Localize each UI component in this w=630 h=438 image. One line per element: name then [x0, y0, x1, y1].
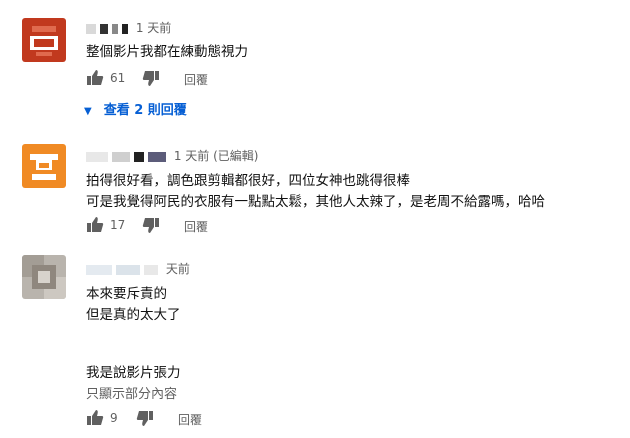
like-count: 9	[110, 411, 118, 425]
thumb-down-icon[interactable]	[136, 409, 154, 427]
timestamp[interactable]: 天前	[166, 262, 190, 276]
comment-meta: 1 天前 (已編輯)	[86, 147, 258, 164]
author-name-redacted	[86, 264, 112, 275]
reply-button[interactable]: 回覆	[178, 411, 202, 428]
caret-down-icon: ▼	[84, 106, 92, 117]
comment-text: 本來要斥責的	[86, 286, 167, 302]
thumb-up-icon[interactable]	[86, 409, 104, 427]
author-name-redacted	[112, 23, 118, 34]
author-name-redacted	[144, 264, 158, 275]
comment-text: 我是說影片張力	[86, 365, 181, 381]
avatar[interactable]	[22, 255, 66, 299]
author-name-redacted	[112, 151, 130, 162]
thumb-up-icon[interactable]	[86, 69, 104, 87]
thumb-down-icon[interactable]	[142, 69, 160, 87]
avatar-image-icon	[22, 18, 66, 62]
like-count: 17	[110, 218, 126, 232]
avatar-image-icon	[22, 255, 66, 299]
author-name-redacted	[100, 23, 108, 34]
view-replies-button[interactable]: ▼ 查看 2 則回覆	[84, 99, 187, 118]
thumb-down-icon[interactable]	[142, 216, 160, 234]
author-name-redacted	[86, 151, 108, 162]
thumb-up-icon[interactable]	[86, 216, 104, 234]
avatar-image-icon	[22, 144, 66, 188]
timestamp[interactable]: 1 天前	[136, 21, 171, 35]
timestamp[interactable]: 1 天前 (已編輯)	[174, 149, 259, 163]
view-replies-label: 查看 2 則回覆	[103, 103, 187, 118]
author-name-redacted	[148, 151, 166, 162]
comment-text: 拍得很好看，調色跟剪輯都很好，四位女神也跳得很棒	[86, 173, 410, 189]
comment-text: 整個影片我都在練動態視力	[86, 44, 248, 60]
comment-text: 但是真的太大了	[86, 307, 181, 323]
like-count: 61	[110, 71, 126, 85]
reply-button[interactable]: 回覆	[184, 218, 208, 235]
author-name-redacted	[86, 23, 96, 34]
avatar[interactable]	[22, 144, 66, 188]
show-more-link[interactable]: 只顯示部分內容	[86, 383, 177, 402]
comment-meta: 1 天前	[86, 19, 171, 36]
author-name-redacted	[116, 264, 140, 275]
author-name-redacted	[122, 23, 128, 34]
avatar[interactable]	[22, 18, 66, 62]
comment-text: 可是我覺得阿民的衣服有一點點太鬆，其他人太辣了，是老周不給露嗎，哈哈	[86, 194, 545, 210]
comment-meta: 天前	[86, 260, 190, 277]
author-name-redacted	[134, 151, 144, 162]
reply-button[interactable]: 回覆	[184, 71, 208, 88]
